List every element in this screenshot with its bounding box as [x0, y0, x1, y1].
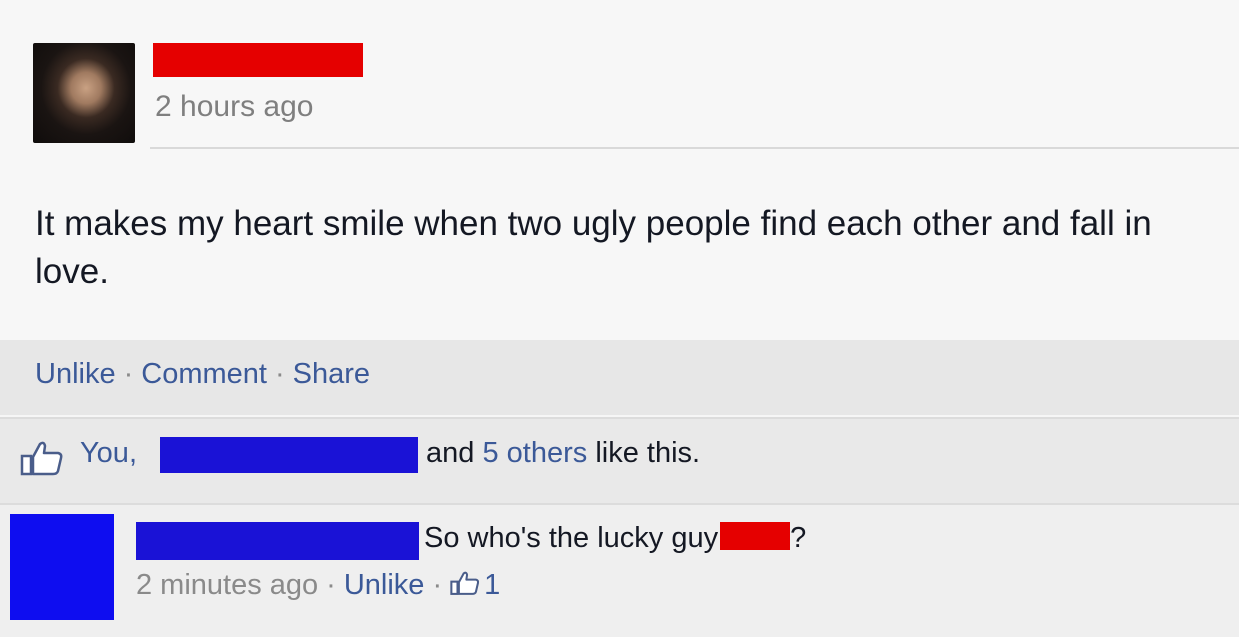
commenter-name-redaction [136, 522, 419, 560]
comment-text: So who's the lucky guy? [424, 522, 806, 555]
commenter-avatar-redaction[interactable] [10, 514, 114, 620]
poster-avatar[interactable] [33, 43, 135, 143]
separator: · [326, 569, 336, 601]
comment-link[interactable]: Comment [141, 358, 267, 390]
likes-summary: and 5 others like this. [426, 437, 700, 470]
separator: · [123, 358, 134, 390]
comment-meta: 2 minutes ago · Unlike · 1 [136, 569, 500, 602]
comment-unlike-link[interactable]: Unlike [344, 569, 425, 601]
comment-end: ? [790, 522, 807, 554]
post-actions: Unlike · Comment · Share [35, 358, 370, 391]
likes-suffix: like this. [595, 437, 701, 469]
liker-name-redaction [160, 437, 418, 473]
post-timestamp[interactable]: 2 hours ago [155, 90, 313, 124]
poster-name-redaction [153, 43, 363, 77]
thumbs-up-icon [450, 571, 480, 595]
share-link[interactable]: Share [293, 358, 370, 390]
separator: · [274, 358, 285, 390]
thumbs-up-icon [20, 441, 63, 476]
others-link[interactable]: 5 others [482, 437, 587, 469]
comment-like-count[interactable]: 1 [484, 569, 500, 601]
comment-body: So who's the lucky guy [424, 522, 719, 554]
likes-and: and [426, 437, 475, 469]
comment-timestamp[interactable]: 2 minutes ago [136, 569, 318, 601]
likes-you[interactable]: You, [80, 437, 137, 470]
unlike-link[interactable]: Unlike [35, 358, 116, 390]
inline-name-redaction [720, 522, 791, 550]
separator: · [432, 569, 443, 601]
post-text: It makes my heart smile when two ugly pe… [35, 204, 1152, 291]
